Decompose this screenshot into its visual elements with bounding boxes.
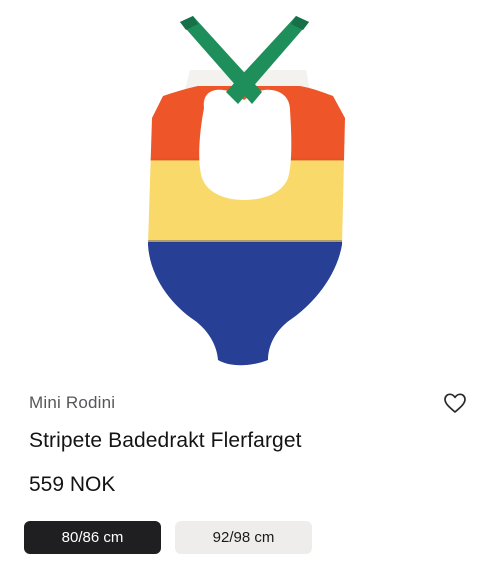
product-price: 559 NOK (29, 473, 116, 496)
brand-name[interactable]: Mini Rodini (29, 393, 115, 413)
size-option-80-86[interactable]: 80/86 cm (24, 521, 161, 554)
product-image[interactable] (0, 0, 488, 378)
heart-outline-icon (444, 393, 466, 413)
wishlist-button[interactable] (443, 392, 467, 414)
swimsuit-illustration (148, 16, 345, 366)
size-option-92-98[interactable]: 92/98 cm (175, 521, 312, 554)
product-title: Stripete Badedrakt Flerfarget (29, 429, 302, 452)
